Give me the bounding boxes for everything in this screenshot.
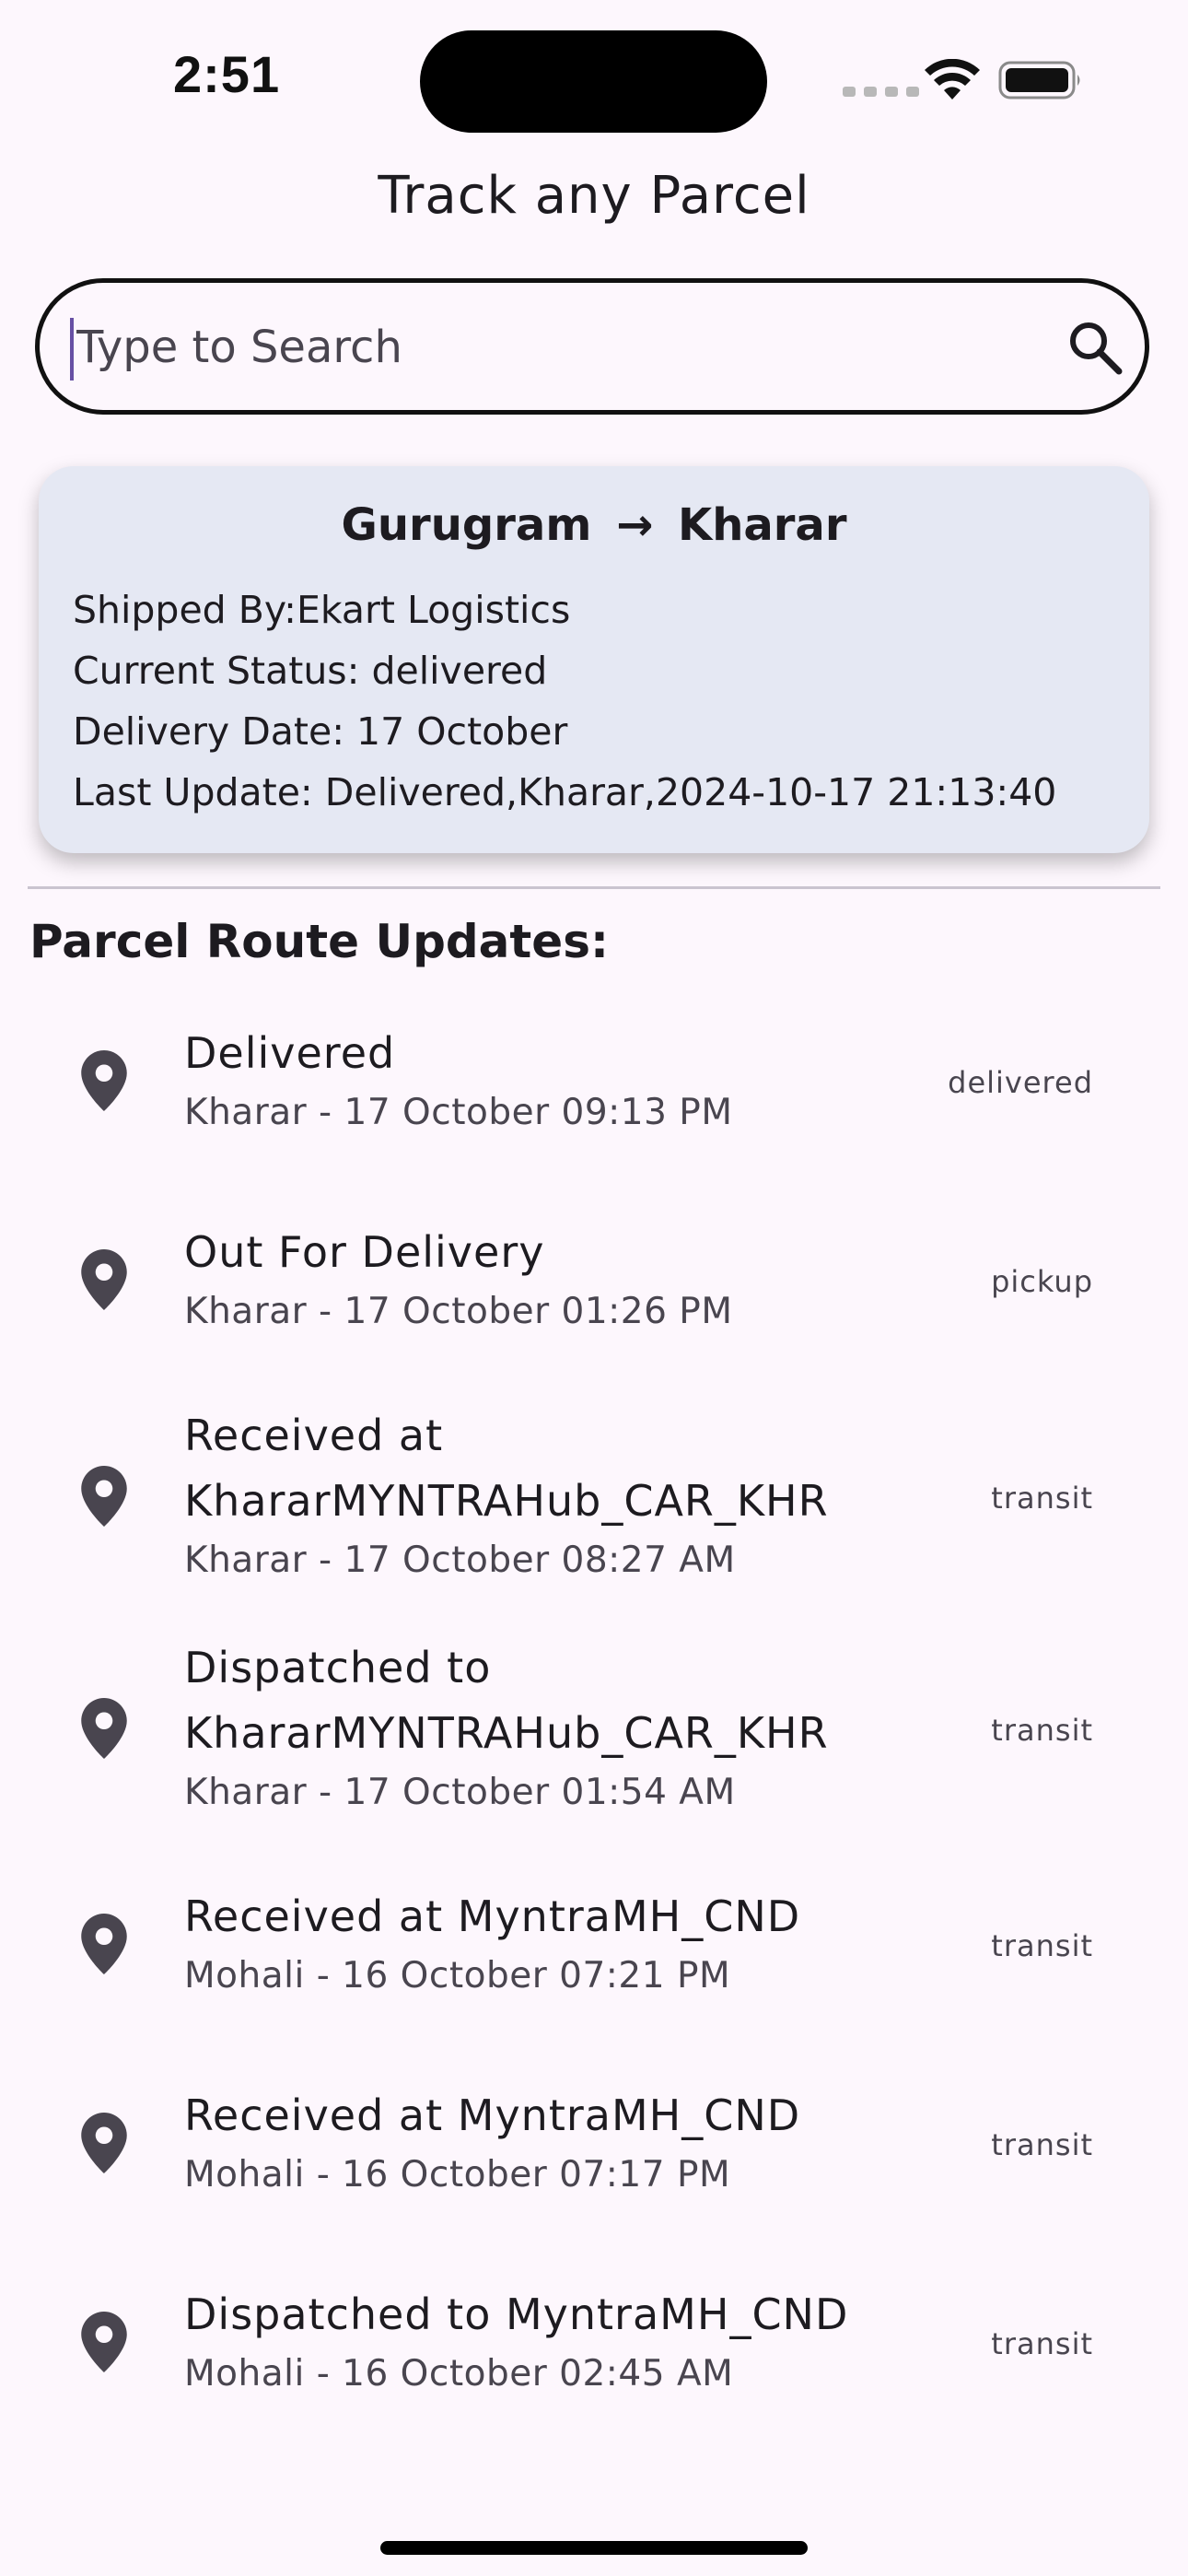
location-pin-icon [81,2113,127,2173]
location-pin-icon [81,1914,127,1974]
update-title: Out For Delivery [184,1227,545,1277]
route-title: Gurugram → Kharar [39,499,1149,551]
update-status: transit [991,2127,1093,2162]
wifi-icon [925,59,980,100]
update-subtitle: Mohali - 16 October 07:17 PM [184,2154,731,2195]
battery-icon [998,61,1080,100]
search-input[interactable] [76,301,1034,393]
route-destination: Kharar [678,499,847,551]
location-pin-icon [81,1466,127,1527]
update-title: Dispatched to MyntraMH_CND [184,2289,849,2339]
update-status: transit [991,2326,1093,2361]
dynamic-island [420,30,767,133]
update-status: pickup [991,1264,1093,1299]
section-title: Parcel Route Updates: [29,915,609,968]
update-status: transit [991,1481,1093,1516]
last-update: Last Update: Delivered,Kharar,2024-10-17… [73,770,1057,814]
search-bar[interactable] [35,278,1149,415]
text-cursor [70,318,74,381]
update-subtitle: Kharar - 17 October 09:13 PM [184,1092,733,1133]
location-pin-icon [81,1698,127,1759]
status-time: 2:51 [173,45,281,103]
update-subtitle: Mohali - 16 October 02:45 AM [184,2353,734,2395]
update-title: Received at KhararMYNTRAHub_CAR_KHR [184,1411,829,1526]
shipped-by: Shipped By:Ekart Logistics [73,588,571,632]
divider [28,886,1160,889]
update-title: Dispatched to KhararMYNTRAHub_CAR_KHR [184,1643,829,1758]
update-status: transit [991,1928,1093,1963]
location-pin-icon [81,1050,127,1111]
status-bar: 2:51 [0,0,1188,138]
search-icon[interactable] [1066,318,1124,377]
update-subtitle: Kharar - 17 October 01:54 AM [184,1772,736,1813]
location-pin-icon [81,1249,127,1310]
page-title: Track any Parcel [378,166,810,226]
update-title: Delivered [184,1028,396,1078]
update-subtitle: Mohali - 16 October 07:21 PM [184,1955,731,1996]
home-indicator[interactable] [380,2541,808,2555]
shipment-summary-card: Gurugram → Kharar Shipped By:Ekart Logis… [39,466,1149,853]
delivery-date: Delivery Date: 17 October [73,709,568,754]
update-title: Received at MyntraMH_CND [184,1891,801,1941]
update-status: delivered [948,1065,1093,1100]
current-status: Current Status: delivered [73,649,548,693]
update-title: Received at MyntraMH_CND [184,2090,801,2140]
route-origin: Gurugram [341,499,592,551]
update-status: transit [991,1713,1093,1748]
update-subtitle: Kharar - 17 October 08:27 AM [184,1540,736,1581]
cellular-signal-icon [843,87,919,97]
route-arrow-icon: → [616,499,654,551]
location-pin-icon [81,2312,127,2372]
update-subtitle: Kharar - 17 October 01:26 PM [184,1291,733,1332]
